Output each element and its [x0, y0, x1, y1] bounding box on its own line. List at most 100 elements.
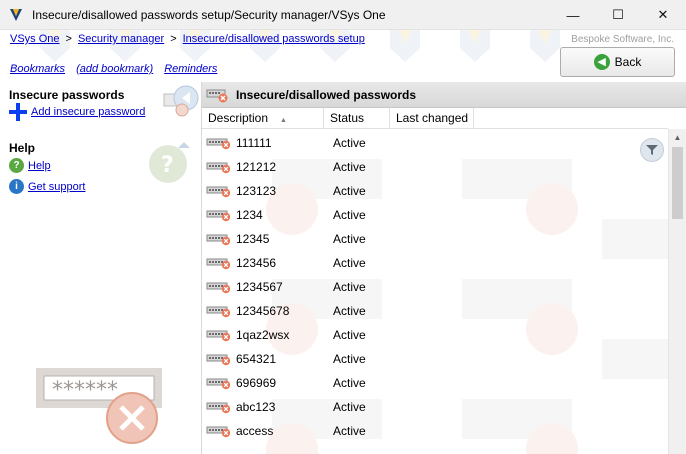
insecure-password-icon [206, 208, 232, 225]
breadcrumb-security-manager[interactable]: Security manager [78, 33, 164, 45]
help-decor-icon: ? [149, 142, 190, 183]
scroll-up-arrow-icon[interactable]: ▲ [669, 129, 686, 146]
info-icon: i [9, 179, 24, 194]
insecure-password-icon [206, 160, 232, 177]
minimize-button[interactable]: — [550, 0, 596, 30]
insecure-password-icon [206, 136, 232, 153]
insecure-password-icon [206, 256, 232, 273]
password-table: 111111 Active 121212 Active 123123 Active 1234… [202, 129, 668, 454]
get-support-link[interactable]: Get support [28, 181, 85, 193]
row-status: Active [333, 328, 366, 342]
column-header-description-label: Description [208, 111, 269, 125]
row-description: 1234567 [236, 280, 283, 294]
row-description: 12345678 [236, 304, 290, 318]
password-mask-text: ****** [52, 378, 118, 403]
column-header-description[interactable]: Description ▲ [202, 108, 324, 129]
insecure-password-icon [206, 376, 232, 393]
add-insecure-password-link[interactable]: Add insecure password [31, 106, 145, 118]
table-row[interactable]: 12345678 Active [202, 299, 668, 323]
table-row[interactable]: 111111 Active [202, 131, 668, 155]
insecure-password-icon [206, 89, 228, 102]
insecure-password-icon [206, 184, 232, 201]
insecure-password-icon [206, 280, 232, 297]
row-status: Active [333, 208, 366, 222]
row-description: 1qaz2wsx [236, 328, 290, 342]
filter-funnel-icon [646, 145, 658, 155]
app-logo-icon [10, 9, 22, 21]
breadcrumb-vsys-one[interactable]: VSys One [10, 33, 60, 45]
breadcrumb: VSys One > Security manager > Insecure/disal… [10, 33, 365, 45]
insecure-password-icon [206, 232, 232, 249]
table-row[interactable]: 1234 Active [202, 203, 668, 227]
help-link[interactable]: Help [28, 160, 51, 172]
table-row[interactable]: 123456 Active [202, 251, 668, 275]
table-row[interactable]: 121212 Active [202, 155, 668, 179]
add-insecure-password-item[interactable]: Add insecure password [9, 103, 145, 121]
bookmarks-link[interactable]: Bookmarks [10, 63, 65, 75]
table-row[interactable]: abc123 Active [202, 395, 668, 419]
sort-ascending-icon: ▲ [280, 117, 287, 124]
row-status: Active [333, 184, 366, 198]
svg-text:?: ? [161, 153, 174, 178]
breadcrumb-separator: > [65, 33, 72, 45]
company-name: Bespoke Software, Inc. [571, 34, 674, 45]
breadcrumb-separator: > [170, 33, 177, 45]
row-status: Active [333, 304, 366, 318]
table-row[interactable]: 1234567 Active [202, 275, 668, 299]
insecure-password-icon [206, 328, 232, 345]
row-description: 121212 [236, 160, 277, 174]
row-status: Active [333, 424, 366, 438]
panel-title: Insecure/disallowed passwords [236, 87, 417, 102]
table-row[interactable]: 123123 Active [202, 179, 668, 203]
row-description: 123456 [236, 256, 277, 270]
main-panel: Insecure/disallowed passwords Descriptio… [202, 82, 686, 454]
row-status: Active [333, 376, 366, 390]
back-button-label: Back [614, 55, 642, 69]
reminders-link[interactable]: Reminders [164, 63, 217, 75]
row-status: Active [333, 232, 366, 246]
minimize-icon: — [566, 7, 580, 23]
column-header-last-changed-label: Last changed [396, 111, 469, 125]
row-status: Active [333, 352, 366, 366]
row-description: 696969 [236, 376, 277, 390]
help-icon: ? [9, 158, 24, 173]
row-status: Active [333, 400, 366, 414]
add-icon [9, 103, 27, 121]
add-bookmark-link[interactable]: (add bookmark) [76, 63, 153, 75]
vertical-scrollbar[interactable]: ▲ [668, 129, 686, 454]
sidebar: Insecure passwords Add insecure password… [0, 82, 202, 454]
insecure-password-icon [206, 400, 232, 417]
column-header-last-changed[interactable]: Last changed [390, 108, 474, 129]
table-row[interactable]: 696969 Active [202, 371, 668, 395]
table-row[interactable]: 654321 Active [202, 347, 668, 371]
get-support-item[interactable]: i Get support [9, 179, 85, 194]
row-description: 654321 [236, 352, 277, 366]
column-header-status[interactable]: Status [324, 108, 390, 129]
breadcrumb-insecure-passwords-setup[interactable]: Insecure/disallowed passwords setup [183, 33, 365, 45]
help-item[interactable]: ? Help [9, 158, 51, 173]
row-status: Active [333, 136, 366, 150]
table-row[interactable]: 12345 Active [202, 227, 668, 251]
row-status: Active [333, 256, 366, 270]
close-icon: ✕ [657, 7, 669, 22]
insecure-password-icon [206, 424, 232, 441]
table-row[interactable]: access Active [202, 419, 668, 443]
insecure-password-icon [206, 352, 232, 369]
insecure-passwords-heading: Insecure passwords [9, 88, 125, 102]
insecure-password-icon [206, 304, 232, 321]
table-row[interactable]: 1qaz2wsx Active [202, 323, 668, 347]
back-arrow-icon: ◀ [593, 54, 610, 70]
back-button[interactable]: ◀ Back [560, 47, 675, 77]
row-description: 123123 [236, 184, 277, 198]
row-description: 1234 [236, 208, 263, 222]
scrollbar-thumb[interactable] [672, 147, 683, 219]
row-status: Active [333, 160, 366, 174]
row-description: 111111 [236, 136, 272, 150]
close-button[interactable]: ✕ [640, 0, 686, 30]
help-heading: Help [9, 141, 36, 155]
row-description: access [236, 424, 274, 438]
filter-button[interactable] [640, 138, 664, 162]
password-arrow-icon [163, 85, 199, 117]
table-header: Description ▲ Status Last changed [202, 108, 668, 129]
maximize-button[interactable]: ☐ [595, 0, 641, 30]
